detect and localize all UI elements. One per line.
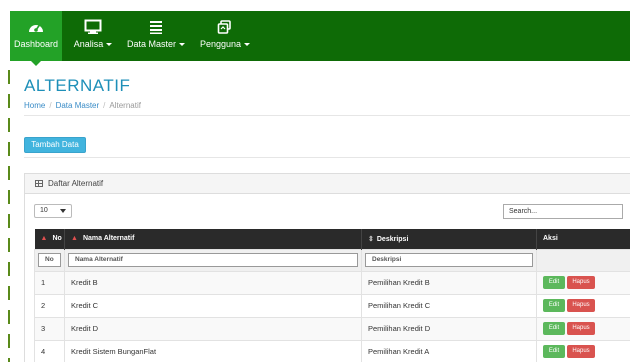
- breadcrumb-data-master[interactable]: Data Master: [56, 101, 100, 110]
- divider: [24, 157, 630, 158]
- table-icon: [35, 180, 43, 187]
- alternatif-table: ▲ No ▲ Nama Alternatif ⇕ Deskripsi Aksi No …: [34, 229, 630, 362]
- page-title: ALTERNATIF: [24, 76, 131, 95]
- sort-asc-icon: ▲: [40, 235, 48, 243]
- page-length-value: 10: [40, 207, 48, 214]
- users-icon: [217, 20, 231, 34]
- chevron-down-icon: [244, 43, 251, 47]
- nav-analisa[interactable]: Analisa: [68, 11, 118, 61]
- add-data-button[interactable]: Tambah Data: [24, 137, 86, 153]
- filter-row: No Nama Alternatif Deskripsi: [34, 248, 630, 272]
- table-row: 2 Kredit C Pemilihan Kredit C Edit Hapus: [34, 293, 630, 318]
- nav-pengguna-label: Pengguna: [199, 39, 242, 49]
- column-header-nama[interactable]: ▲ Nama Alternatif: [64, 229, 362, 249]
- chevron-down-icon: [179, 43, 186, 47]
- edit-button[interactable]: Edit: [543, 299, 565, 312]
- main-content: ALTERNATIF Home / Data Master / Alternatif T…: [17, 67, 630, 362]
- nav-dashboard-label: Dashboard: [13, 39, 59, 49]
- table-row: 1 Kredit B Pemilihan Kredit B Edit Hapus: [34, 270, 630, 295]
- delete-button[interactable]: Hapus: [567, 345, 595, 358]
- cell-no: 4: [34, 339, 65, 362]
- edit-button[interactable]: Edit: [543, 345, 565, 358]
- tachometer-icon: [29, 24, 43, 32]
- filter-nama-input[interactable]: Nama Alternatif: [68, 253, 358, 267]
- breadcrumb-current: Alternatif: [109, 101, 141, 110]
- cell-no: 1: [34, 270, 65, 295]
- delete-button[interactable]: Hapus: [567, 276, 595, 289]
- cell-aksi: Edit Hapus: [536, 270, 630, 295]
- cell-no: 2: [34, 293, 65, 318]
- left-edge-marks: [8, 70, 10, 362]
- breadcrumb-home[interactable]: Home: [24, 101, 45, 110]
- cell-aksi: Edit Hapus: [536, 293, 630, 318]
- table-row: 3 Kredit D Pemilihan Kredit D Edit Hapus: [34, 316, 630, 341]
- top-navbar: Dashboard Analisa Data Master Pengguna: [10, 11, 630, 66]
- cell-aksi: Edit Hapus: [536, 339, 630, 362]
- cell-nama: Kredit D: [64, 316, 362, 341]
- panel-title: Daftar Alternatif: [48, 179, 104, 188]
- cell-deskripsi: Pemilihan Kredit A: [361, 339, 537, 362]
- filter-deskripsi-input[interactable]: Deskripsi: [365, 253, 533, 267]
- edit-button[interactable]: Edit: [543, 276, 565, 289]
- cell-deskripsi: Pemilihan Kredit D: [361, 316, 537, 341]
- cell-nama: Kredit B: [64, 270, 362, 295]
- cell-deskripsi: Pemilihan Kredit B: [361, 270, 537, 295]
- delete-button[interactable]: Hapus: [567, 299, 595, 312]
- sort-icon: ⇕: [368, 235, 374, 243]
- page-length-select[interactable]: 10: [34, 204, 72, 218]
- edit-button[interactable]: Edit: [543, 322, 565, 335]
- caret-down-icon: [60, 209, 66, 213]
- nav-dashboard[interactable]: Dashboard: [10, 11, 62, 66]
- nav-data-master-label: Data Master: [126, 39, 177, 49]
- cell-nama: Kredit C: [64, 293, 362, 318]
- nav-pengguna[interactable]: Pengguna: [193, 11, 257, 61]
- breadcrumb: Home / Data Master / Alternatif: [24, 101, 141, 110]
- table-row: 4 Kredit Sistem BunganFlat Pemilihan Kre…: [34, 339, 630, 362]
- cell-deskripsi: Pemilihan Kredit C: [361, 293, 537, 318]
- monitor-icon: [84, 19, 102, 34]
- column-header-aksi: Aksi: [536, 229, 630, 249]
- divider: [24, 115, 630, 116]
- cell-nama: Kredit Sistem BunganFlat: [64, 339, 362, 362]
- filter-no-input[interactable]: No: [38, 253, 61, 267]
- list-icon: [150, 21, 162, 34]
- search-input[interactable]: Search...: [503, 204, 623, 219]
- column-header-deskripsi[interactable]: ⇕ Deskripsi: [361, 229, 537, 249]
- app-frame: Dashboard Analisa Data Master Pengguna A…: [0, 0, 630, 362]
- nav-analisa-label: Analisa: [73, 39, 104, 49]
- cell-aksi: Edit Hapus: [536, 316, 630, 341]
- chevron-down-icon: [106, 43, 113, 47]
- cell-no: 3: [34, 316, 65, 341]
- delete-button[interactable]: Hapus: [567, 322, 595, 335]
- column-header-no[interactable]: ▲ No: [34, 229, 65, 249]
- alternatif-panel: Daftar Alternatif 10 Search... ▲ No ▲ Nama…: [24, 173, 630, 362]
- panel-heading: Daftar Alternatif: [25, 174, 630, 194]
- nav-data-master[interactable]: Data Master: [122, 11, 190, 61]
- sort-asc-icon: ▲: [71, 235, 78, 243]
